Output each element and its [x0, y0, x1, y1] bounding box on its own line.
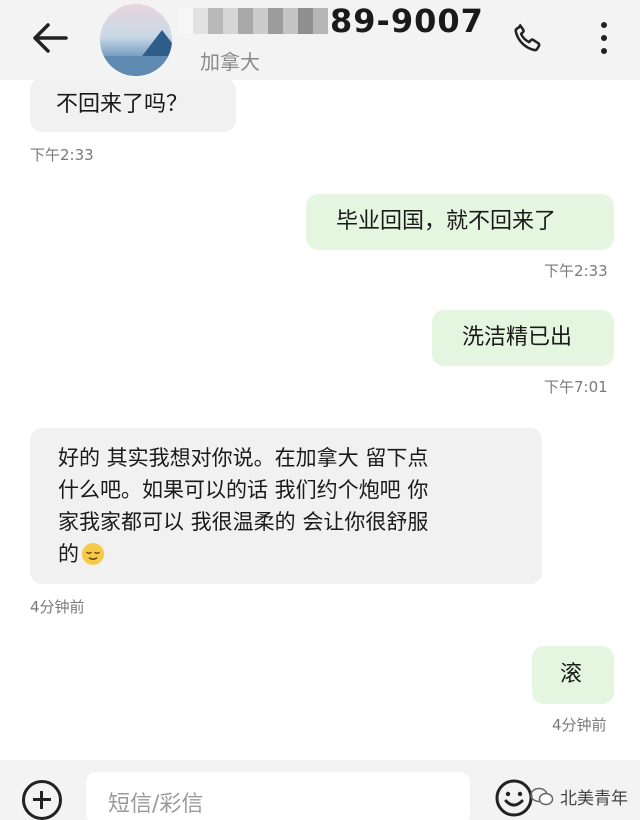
watermark: 北美青年 — [530, 784, 628, 809]
back-button[interactable] — [24, 14, 76, 62]
emoji-button[interactable] — [494, 778, 534, 818]
more-vertical-icon — [601, 22, 607, 28]
message-timestamp: 下午7:01 — [544, 378, 608, 396]
message-text-line: 家我家都可以 我很温柔的 会让你很舒服 — [58, 510, 429, 534]
message-bubble-incoming[interactable]: 好的 其实我想对你说。在加拿大 留下点 什么吧。如果可以的话 我们约个炮吧 你 … — [30, 428, 542, 584]
message-text-line: 什么吧。如果可以的话 我们约个炮吧 你 — [58, 478, 429, 502]
smiley-icon — [495, 779, 533, 817]
phone-icon — [514, 23, 541, 52]
wechat-logo-icon — [530, 787, 554, 805]
message-timestamp: 下午2:33 — [544, 262, 608, 280]
message-bubble-outgoing[interactable]: 毕业回国，就不回来了 — [306, 194, 614, 250]
conversation-header: 89-9007 加拿大 — [0, 0, 640, 80]
message-text-line: 的 — [58, 542, 79, 566]
message-text: 滚 — [560, 662, 583, 687]
watermark-text: 北美青年 — [560, 789, 628, 809]
composer-bar: 短信/彩信 北美青年 — [0, 760, 640, 820]
call-button[interactable] — [504, 14, 552, 62]
message-text-line: 好的 其实我想对你说。在加拿大 留下点 — [58, 446, 429, 470]
contact-phone-number: 89-9007 — [330, 2, 484, 40]
contact-location: 加拿大 — [200, 50, 260, 74]
message-bubble-outgoing[interactable]: 洗洁精已出 — [432, 310, 614, 366]
contact-avatar[interactable] — [100, 4, 172, 76]
more-options-button[interactable] — [586, 14, 622, 62]
message-timestamp: 4分钟前 — [30, 598, 85, 616]
message-bubble-outgoing[interactable]: 滚 — [532, 646, 614, 704]
message-bubble-incoming[interactable]: 不回来了吗？ — [30, 78, 236, 132]
message-timestamp: 4分钟前 — [552, 716, 607, 734]
message-text: 毕业回国，就不回来了 — [336, 209, 557, 234]
message-text: 不回来了吗？ — [56, 92, 189, 117]
message-timestamp: 下午2:33 — [30, 146, 94, 164]
message-input[interactable]: 短信/彩信 — [86, 772, 470, 820]
redacted-number-mask — [178, 8, 328, 34]
message-text: 洗洁精已出 — [462, 325, 573, 350]
arrow-left-icon — [33, 23, 68, 53]
add-attachment-button[interactable] — [22, 780, 62, 820]
relieved-face-emoji-icon — [82, 543, 104, 565]
